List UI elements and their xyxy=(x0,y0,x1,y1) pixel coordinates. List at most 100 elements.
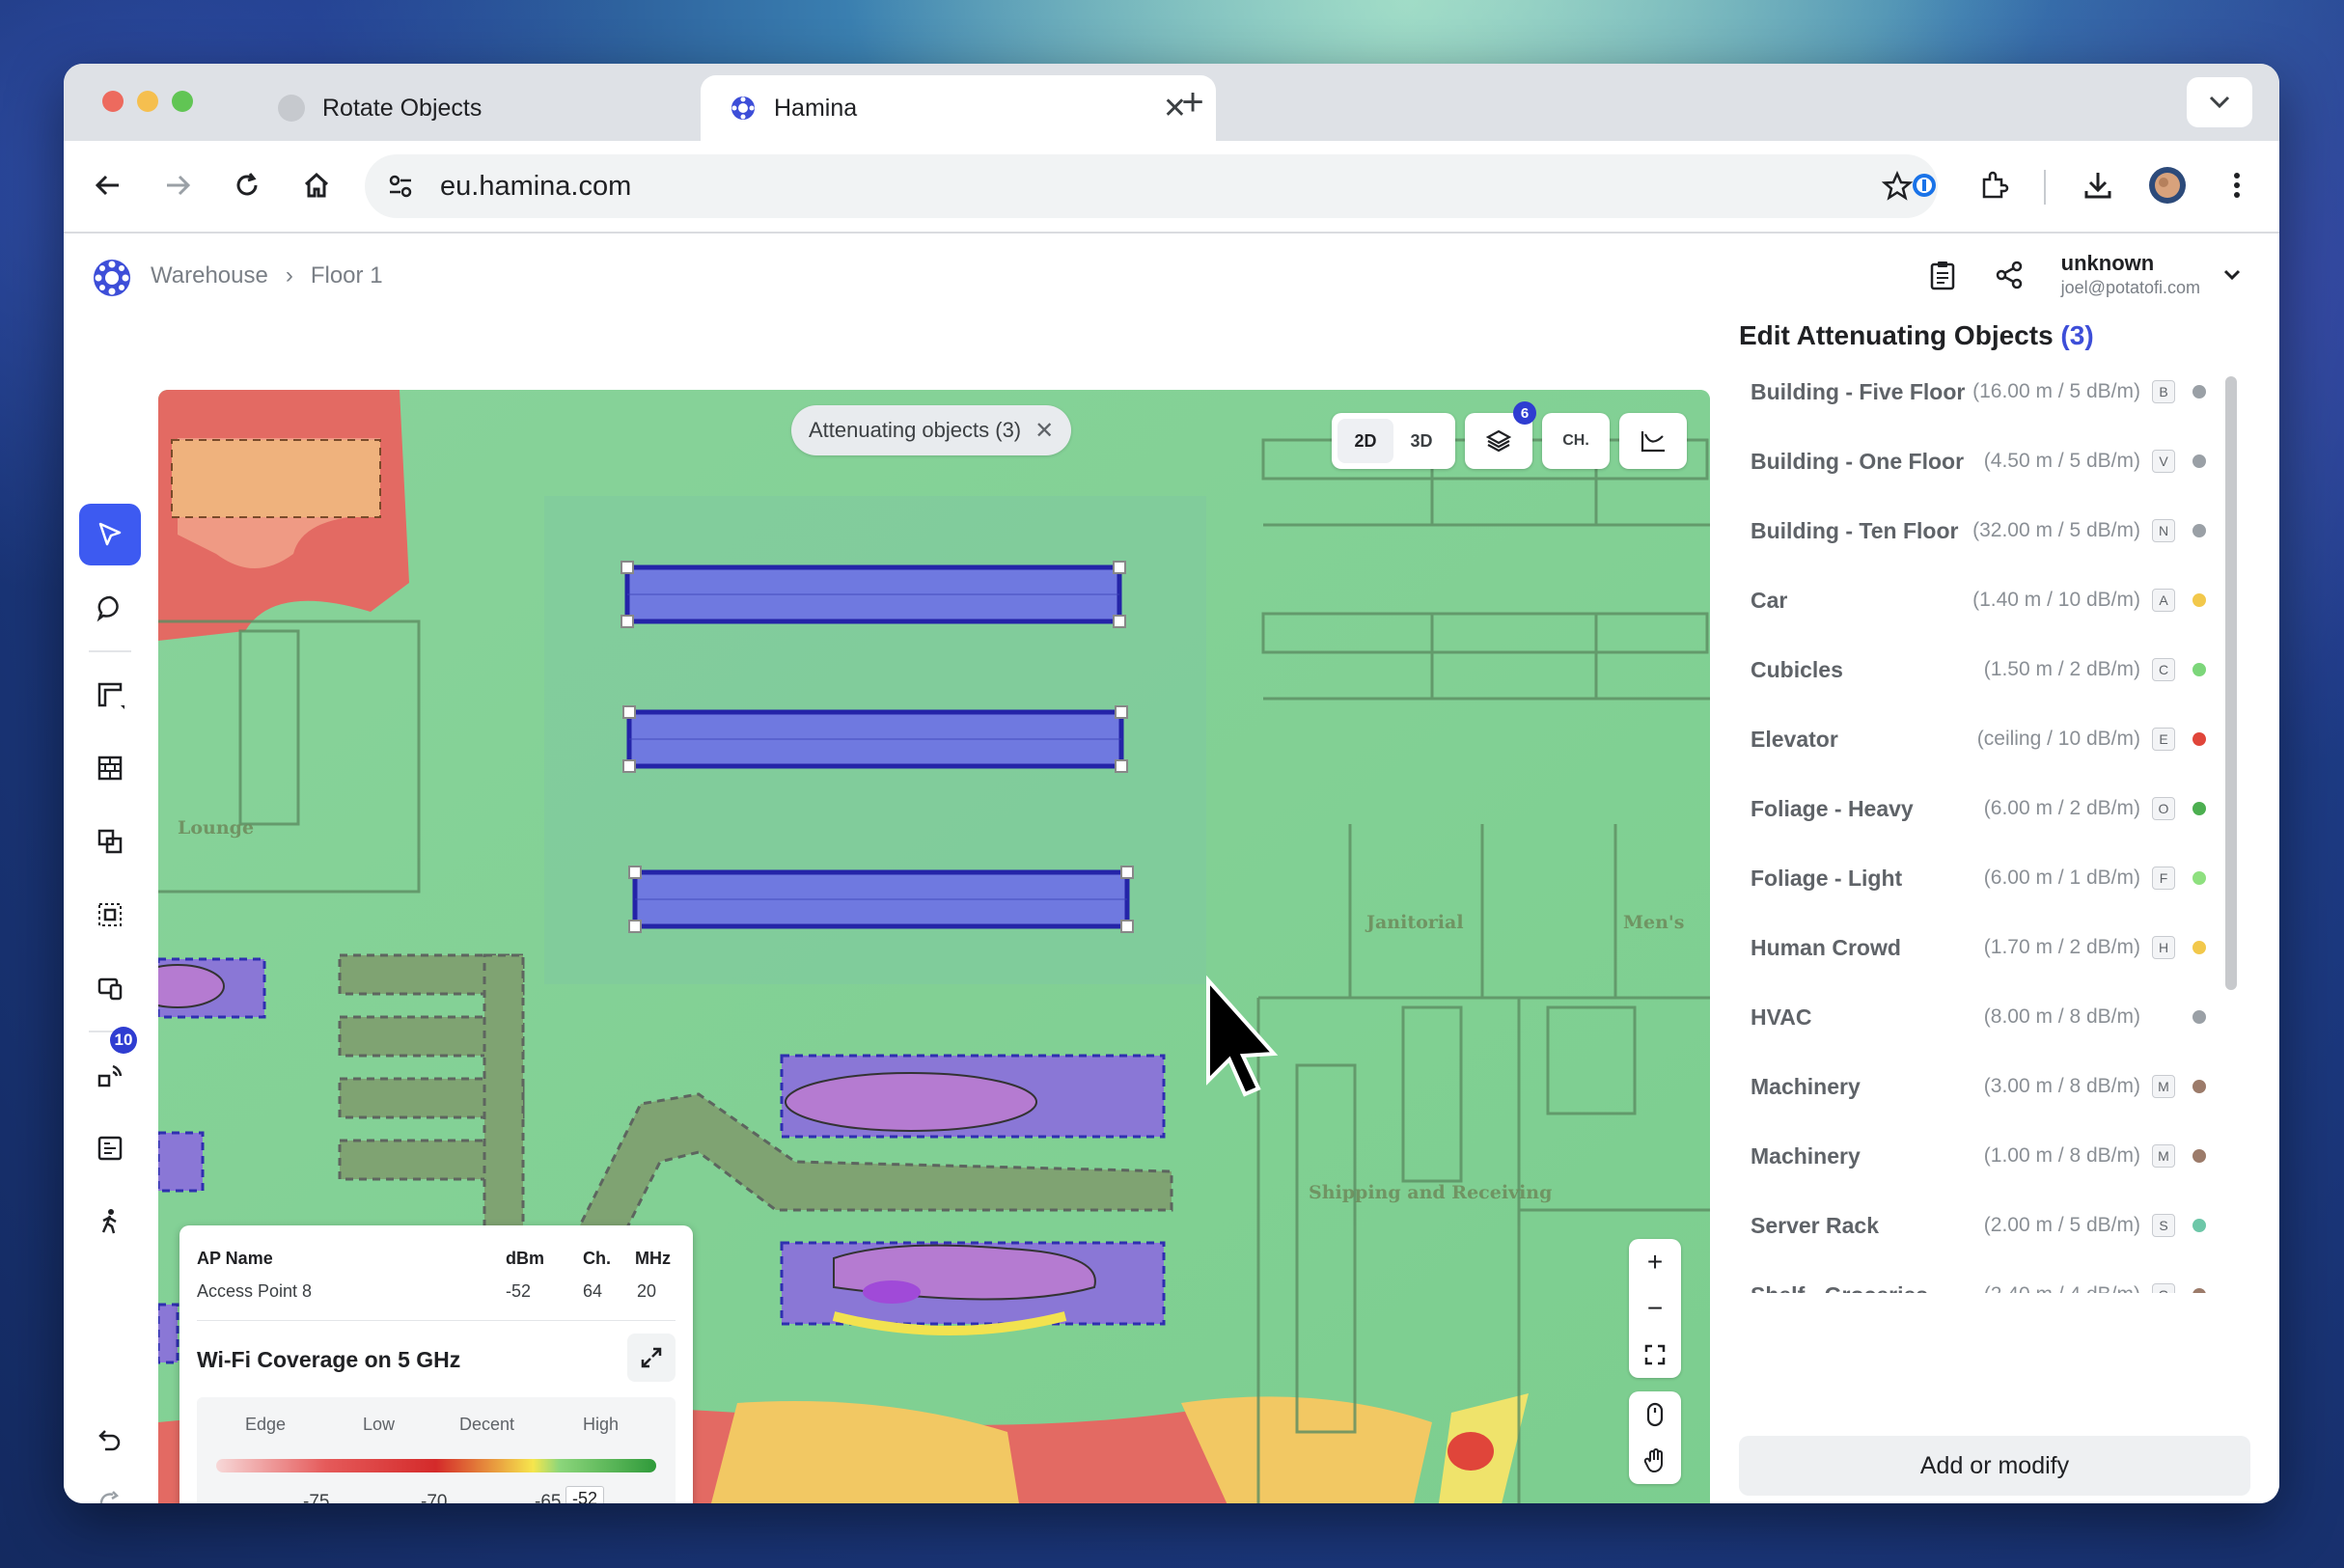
attenuating-object-item[interactable]: Cubicles (1.50 m / 2 dB/m) C xyxy=(1751,650,2212,689)
object-color-dot xyxy=(2192,1149,2206,1163)
home-button[interactable] xyxy=(295,164,338,206)
object-color-dot xyxy=(2192,593,2206,607)
browser-menu-button[interactable] xyxy=(2216,164,2258,206)
zoom-out-button[interactable]: − xyxy=(1629,1285,1681,1332)
puzzle-icon xyxy=(1982,171,2009,199)
attenuating-object-item[interactable]: Building - Ten Floor (32.00 m / 5 dB/m) N xyxy=(1751,511,2212,550)
survey-tool-button[interactable] xyxy=(79,1191,141,1252)
attenuating-object-item[interactable]: Building - One Floor (4.50 m / 5 dB/m) V xyxy=(1751,442,2212,481)
object-name: Foliage - Light xyxy=(1751,865,1903,891)
close-icon[interactable]: ✕ xyxy=(1034,417,1054,445)
scale-tick: -75 xyxy=(303,1492,330,1503)
attenuating-object-item[interactable]: Machinery (1.00 m / 8 dB/m) M xyxy=(1751,1137,2212,1175)
layers-count-badge: 6 xyxy=(1513,401,1536,425)
current-signal-marker: -52 xyxy=(565,1486,605,1503)
interaction-mode-controls xyxy=(1629,1391,1681,1484)
attenuating-object-tool-button[interactable] xyxy=(79,737,141,799)
car-object xyxy=(171,439,381,518)
view-3d-button[interactable]: 3D xyxy=(1393,419,1449,463)
tab-rotate-objects[interactable]: Rotate Objects ✕ xyxy=(249,75,751,141)
object-color-dot xyxy=(2192,1080,2206,1093)
attenuating-object-item[interactable]: Car (1.40 m / 10 dB/m) A xyxy=(1751,581,2212,619)
access-point-tool-button[interactable]: 10 xyxy=(79,1027,141,1106)
reload-button[interactable] xyxy=(226,164,268,206)
close-window-button[interactable] xyxy=(102,91,124,112)
scrollbar-thumb[interactable] xyxy=(2225,376,2237,990)
zone-tool-button[interactable] xyxy=(79,884,141,946)
downloads-button[interactable] xyxy=(2077,164,2119,206)
signal-graph-button[interactable] xyxy=(1619,413,1687,469)
zoom-in-button[interactable]: + xyxy=(1629,1239,1681,1285)
add-or-modify-button[interactable]: Add or modify xyxy=(1739,1436,2250,1496)
object-name: HVAC xyxy=(1751,1004,1812,1030)
extensions-button[interactable] xyxy=(1972,164,2015,206)
layers-button[interactable]: 6 xyxy=(1465,401,1536,469)
attenuating-object-item[interactable]: Elevator (ceiling / 10 dB/m) E xyxy=(1751,720,2212,758)
zone-icon xyxy=(98,903,122,926)
object-color-dot xyxy=(2192,385,2206,399)
map-view-controls: 2D 3D 6 CH. xyxy=(1332,401,1687,469)
profile-button[interactable] xyxy=(2146,164,2189,206)
hamina-logo-icon[interactable] xyxy=(91,257,133,299)
signal-gradient-bar xyxy=(216,1459,656,1472)
measurement-tool-button[interactable] xyxy=(79,1117,141,1179)
area-tool-button[interactable] xyxy=(79,811,141,872)
minimize-window-button[interactable] xyxy=(137,91,158,112)
attenuating-object-item[interactable]: Foliage - Light (6.00 m / 1 dB/m) F xyxy=(1751,859,2212,897)
coverage-legend: AP Name dBm Ch. MHz Access Point 8 -52 6… xyxy=(179,1225,693,1503)
devices-tool-button[interactable] xyxy=(79,957,141,1019)
channel-label: CH. xyxy=(1562,432,1589,449)
breadcrumb-floor[interactable]: Floor 1 xyxy=(311,262,383,289)
attenuating-object-item[interactable]: Foliage - Heavy (6.00 m / 2 dB/m) O xyxy=(1751,789,2212,828)
comment-icon xyxy=(97,595,119,622)
room-label-janitorial: Janitorial xyxy=(1365,912,1464,933)
object-spec: (ceiling / 10 dB/m) xyxy=(1976,728,2140,750)
select-tool-button[interactable] xyxy=(79,504,141,565)
object-name: Shelf - Groceries xyxy=(1751,1282,1928,1294)
chevron-right-icon: › xyxy=(285,262,293,289)
home-icon xyxy=(304,172,329,198)
attenuating-object-item[interactable]: Machinery (3.00 m / 8 dB/m) M xyxy=(1751,1067,2212,1106)
channel-button[interactable]: CH. xyxy=(1542,413,1610,469)
back-button[interactable] xyxy=(87,164,129,206)
floor-plan-heatmap[interactable]: Lounge Janitorial Men's Shipping and Rec… xyxy=(158,390,1710,1503)
wall-tool-button[interactable] xyxy=(79,664,141,726)
object-spec: (1.50 m / 2 dB/m) xyxy=(1983,658,2140,680)
redo-button[interactable] xyxy=(79,1472,141,1503)
new-tab-button[interactable]: + xyxy=(1164,81,1222,124)
object-color-dot xyxy=(2192,732,2206,746)
attenuating-object-item[interactable]: Shelf - Groceries (2.40 m / 4 dB/m) G xyxy=(1751,1276,2212,1293)
view-mode-toggle: 2D 3D xyxy=(1332,413,1455,469)
object-shortcut-key: C xyxy=(2152,658,2175,681)
site-settings-icon[interactable] xyxy=(386,172,415,201)
pan-mode-button[interactable] xyxy=(1629,1438,1681,1484)
attenuating-object-item[interactable]: Server Rack (2.00 m / 5 dB/m) S xyxy=(1751,1206,2212,1245)
comment-tool-button[interactable] xyxy=(79,577,141,639)
tab-search-button[interactable] xyxy=(2187,77,2252,127)
address-bar[interactable]: eu.hamina.com xyxy=(365,154,1938,218)
expand-legend-button[interactable] xyxy=(627,1334,676,1382)
mouse-mode-button[interactable] xyxy=(1629,1391,1681,1438)
layers-icon xyxy=(1486,429,1511,453)
breadcrumb-project[interactable]: Warehouse xyxy=(151,262,268,289)
legend-ap-name: Access Point 8 xyxy=(197,1281,313,1301)
object-color-dot xyxy=(2192,524,2206,537)
object-name: Building - Five Floor xyxy=(1751,378,1966,404)
attenuating-object-item[interactable]: HVAC (8.00 m / 8 dB/m) xyxy=(1751,998,2212,1036)
attenuating-object-item[interactable]: Human Crowd (1.70 m / 2 dB/m) H xyxy=(1751,928,2212,967)
scale-tick: -65 xyxy=(535,1492,562,1503)
password-manager-button[interactable] xyxy=(1903,164,1945,206)
attenuating-object-list[interactable]: Building - Five Floor (16.00 m / 5 dB/m) B… xyxy=(1739,369,2212,1293)
object-name: Elevator xyxy=(1751,726,1838,752)
forward-button[interactable] xyxy=(156,164,199,206)
attenuating-object-item[interactable]: Building - Five Floor (16.00 m / 5 dB/m) B xyxy=(1751,372,2212,411)
object-name: Human Crowd xyxy=(1751,934,1901,960)
object-spec: (1.00 m / 8 dB/m) xyxy=(1983,1144,2140,1167)
object-color-dot xyxy=(2192,871,2206,885)
view-2d-button[interactable]: 2D xyxy=(1337,419,1393,463)
undo-button[interactable] xyxy=(79,1409,141,1471)
attenuating-objects-filter-chip[interactable]: Attenuating objects (3) ✕ xyxy=(791,405,1072,455)
maximize-window-button[interactable] xyxy=(172,91,193,112)
fit-to-screen-button[interactable] xyxy=(1629,1332,1681,1378)
tab-hamina[interactable]: Hamina ✕ xyxy=(701,75,1216,141)
